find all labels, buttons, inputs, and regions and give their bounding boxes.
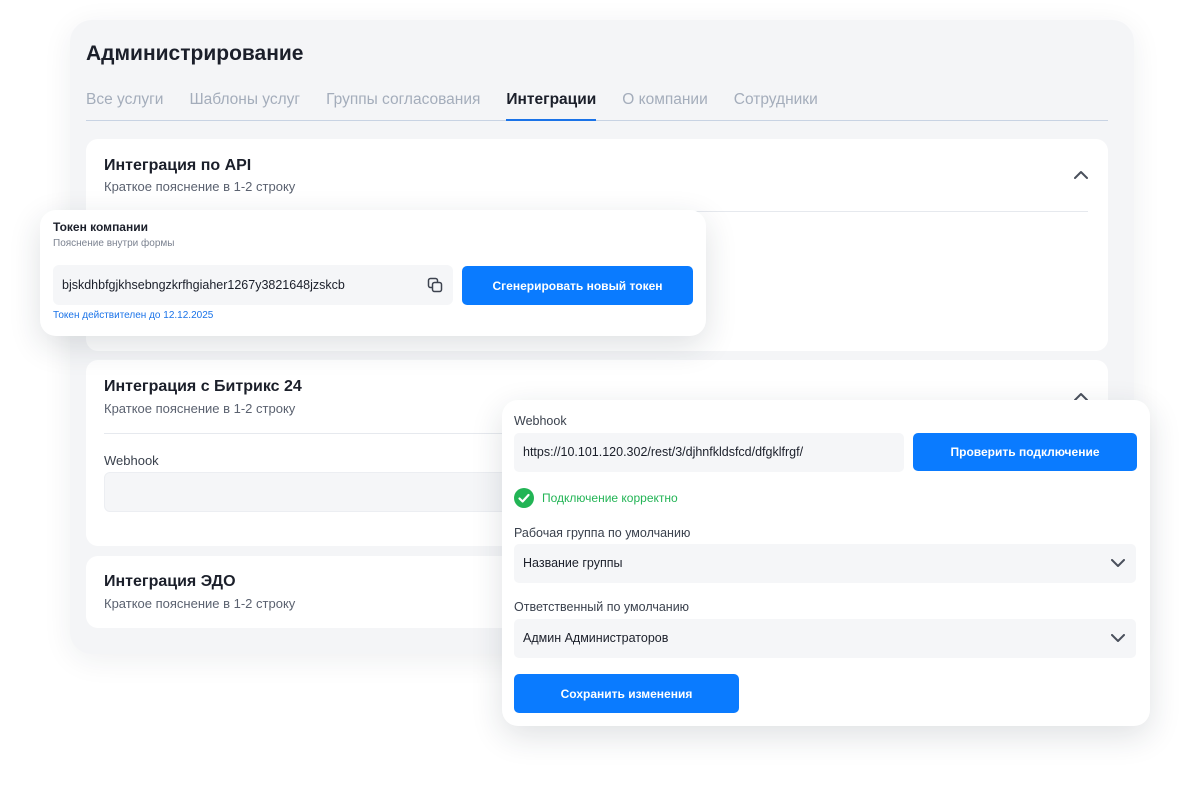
tab-bar: Все услуги Шаблоны услуг Группы согласов… [86,90,1108,121]
webhook-label: Webhook [514,414,567,428]
default-group-label: Рабочая группа по умолчанию [514,526,691,540]
check-connection-button[interactable]: Проверить подключение [913,433,1137,471]
api-card-title: Интеграция по API [104,157,252,174]
tab-integrations[interactable]: Интеграции [506,90,597,121]
token-value: bjskdhbfgjkhsebngzkrfhgiaher1267y3821648… [62,278,345,292]
tab-approval-groups[interactable]: Группы согласования [326,90,480,121]
stage: Администрирование Все услуги Шаблоны усл… [0,0,1190,788]
chevron-down-icon [1111,634,1125,642]
token-title: Токен компании [53,220,148,234]
webhook-url-input[interactable]: https://10.101.120.302/rest/3/djhnfkldsf… [514,433,904,472]
api-card-subtitle: Краткое пояснение в 1-2 строку [104,179,296,194]
tab-employees[interactable]: Сотрудники [734,90,818,121]
default-responsible-label: Ответственный по умолчанию [514,600,690,614]
generate-token-button[interactable]: Сгенерировать новый токен [462,266,693,305]
tab-all-services[interactable]: Все услуги [86,90,163,121]
chevron-up-icon[interactable] [1074,170,1088,179]
copy-icon[interactable] [427,277,443,293]
edo-card-title: Интеграция ЭДО [104,573,236,590]
token-valid-until: Токен действителен до 12.12.2025 [53,310,214,321]
default-group-select[interactable]: Название группы [514,544,1136,583]
default-group-value: Название группы [523,556,623,570]
token-card: Токен компании Пояснение внутри формы bj… [40,210,706,336]
bitrix-card-title: Интеграция с Битрикс 24 [104,378,302,395]
tab-about-company[interactable]: О компании [622,90,708,121]
connection-status-text: Подключение корректно [542,491,678,505]
token-field[interactable]: bjskdhbfgjkhsebngzkrfhgiaher1267y3821648… [53,265,453,305]
connection-status: Подключение корректно [514,488,678,508]
check-circle-icon [514,488,534,508]
webhook-url-value: https://10.101.120.302/rest/3/djhnfkldsf… [523,445,804,459]
default-responsible-select[interactable]: Админ Администраторов [514,619,1136,658]
tab-service-templates[interactable]: Шаблоны услуг [189,90,300,121]
default-responsible-value: Админ Администраторов [523,631,669,645]
page-title: Администрирование [86,42,304,65]
bitrix-webhook-input[interactable] [104,472,524,512]
save-changes-button[interactable]: Сохранить изменения [514,674,739,713]
chevron-down-icon [1111,559,1125,567]
webhook-card: Webhook https://10.101.120.302/rest/3/dj… [502,400,1150,726]
edo-card-subtitle: Краткое пояснение в 1-2 строку [104,596,296,611]
bitrix-card-subtitle: Краткое пояснение в 1-2 строку [104,401,296,416]
token-hint: Пояснение внутри формы [53,238,175,249]
bitrix-webhook-label: Webhook [104,453,159,468]
